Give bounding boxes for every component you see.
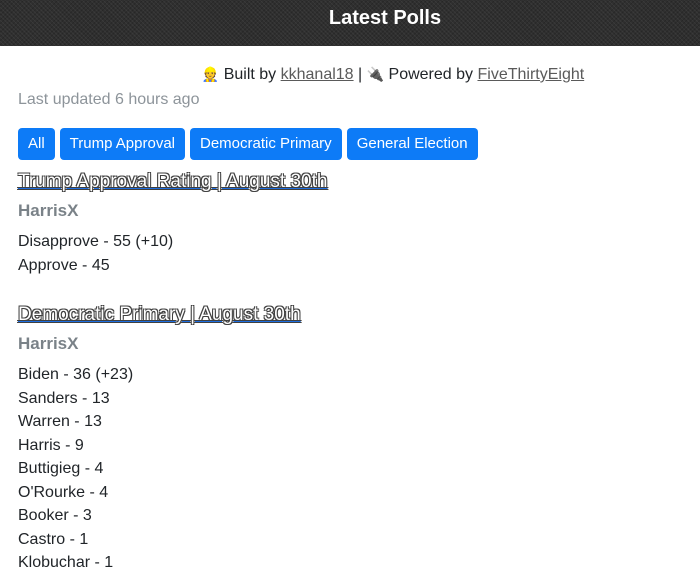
poll-title-link[interactable]: Trump Approval Rating | August 30th xyxy=(18,170,327,194)
result-row: Biden - 36 (+23) xyxy=(18,366,134,383)
result-row: Approve - 45 xyxy=(18,256,110,274)
poll-results: Biden - 36 (+23) Sanders - 13 Warren - 1… xyxy=(18,363,301,575)
filter-all-button[interactable]: All xyxy=(18,128,55,160)
result-row: O'Rourke - 4 xyxy=(18,483,109,501)
filter-general-election-button[interactable]: General Election xyxy=(346,128,478,160)
last-updated-text: Last updated 6 hours ago xyxy=(18,91,200,108)
poll-title-link[interactable]: Democratic Primary | August 30th xyxy=(18,303,301,327)
poll-card: Democratic Primary | August 30th HarrisX… xyxy=(18,303,301,575)
built-by-label: Built by xyxy=(223,66,277,83)
result-row: Warren - 13 xyxy=(18,413,102,430)
result-row: Buttigieg - 4 xyxy=(18,460,104,477)
credits-line: 👷 Built by kkhanal18 | 🔌 Powered by Five… xyxy=(0,66,700,84)
filter-democratic-primary-button[interactable]: Democratic Primary xyxy=(190,128,342,160)
construction-worker-icon: 👷 xyxy=(201,66,220,82)
credits-separator: | xyxy=(358,66,363,83)
poll-results: Disapprove - 55 (+10) Approve - 45 xyxy=(18,230,327,277)
powered-by-label: Powered by xyxy=(388,66,474,83)
plug-icon: 🔌 xyxy=(366,66,385,82)
result-row: Harris - 9 xyxy=(18,436,84,454)
result-row: Booker - 3 xyxy=(18,507,92,524)
page-title: Latest Polls xyxy=(328,7,442,29)
pollster-name: HarrisX xyxy=(18,334,79,353)
top-bar: Latest Polls xyxy=(0,0,700,46)
pollster-name: HarrisX xyxy=(18,201,79,220)
filter-buttons: All Trump Approval Democratic Primary Ge… xyxy=(18,128,478,160)
filter-trump-approval-button[interactable]: Trump Approval xyxy=(59,128,185,160)
result-row: Castro - 1 xyxy=(18,530,89,548)
source-link[interactable]: FiveThirtyEight xyxy=(477,66,584,83)
result-row: Disapprove - 55 (+10) xyxy=(18,233,174,250)
poll-card: Trump Approval Rating | August 30th Harr… xyxy=(18,170,327,277)
builder-link[interactable]: kkhanal18 xyxy=(281,66,354,83)
result-row: Sanders - 13 xyxy=(18,389,110,407)
result-row: Klobuchar - 1 xyxy=(18,554,114,571)
